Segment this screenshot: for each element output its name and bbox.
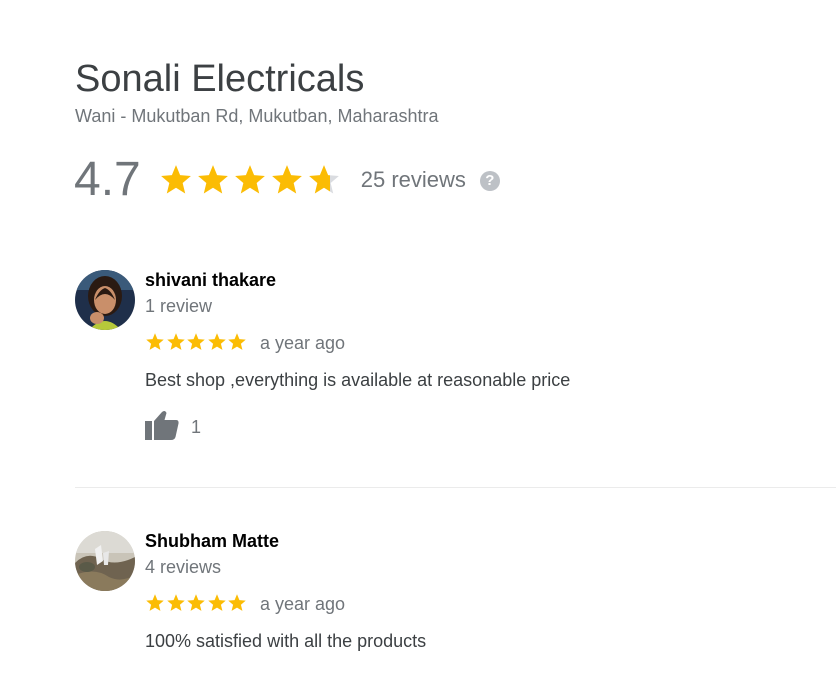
reviews-count-link[interactable]: 25 reviews <box>361 152 466 208</box>
star-icon <box>186 332 206 352</box>
review-stars <box>145 332 248 352</box>
like-count: 1 <box>191 417 202 437</box>
avatar[interactable] <box>75 531 135 591</box>
star-icon <box>186 593 206 613</box>
star-icon <box>227 593 247 613</box>
review-item: Shubham Matte 4 reviews a year ago 100% … <box>75 531 836 661</box>
reviewer-name[interactable]: Shubham Matte <box>145 531 279 552</box>
review-time: a year ago <box>260 333 346 353</box>
star-icon <box>196 163 230 197</box>
business-address: Wani - Mukutban Rd, Mukutban, Maharashtr… <box>75 106 439 126</box>
rating-summary: 4.7 25 reviews ? <box>74 152 500 208</box>
thumbs-up-icon[interactable] <box>145 410 179 445</box>
star-icon <box>233 163 267 197</box>
star-icon <box>307 163 341 197</box>
star-icon <box>207 593 227 613</box>
star-icon <box>166 332 186 352</box>
reviewer-review-count[interactable]: 4 reviews <box>145 557 221 578</box>
star-icon <box>207 332 227 352</box>
star-icon <box>166 593 186 613</box>
avatar[interactable] <box>75 270 135 330</box>
review-time: a year ago <box>260 594 346 614</box>
review-text: Best shop ,everything is available at re… <box>145 370 571 390</box>
like-button[interactable]: 1 <box>145 410 201 445</box>
reviewer-name[interactable]: shivani thakare <box>145 270 276 291</box>
star-icon <box>145 332 165 352</box>
help-icon[interactable]: ? <box>479 171 500 191</box>
star-icon <box>270 163 304 197</box>
review-text: 100% satisfied with all the products <box>145 631 427 651</box>
review-item: shivani thakare 1 review a year ago Best… <box>75 270 836 450</box>
star-icon <box>227 332 247 352</box>
reviewer-review-count[interactable]: 1 review <box>145 296 212 317</box>
star-icon <box>145 593 165 613</box>
business-title: Sonali Electricals <box>75 58 365 100</box>
review-divider <box>75 487 836 488</box>
star-icon <box>159 163 193 197</box>
review-stars <box>145 593 248 613</box>
rating-stars <box>159 163 344 197</box>
rating-value: 4.7 <box>74 153 141 206</box>
